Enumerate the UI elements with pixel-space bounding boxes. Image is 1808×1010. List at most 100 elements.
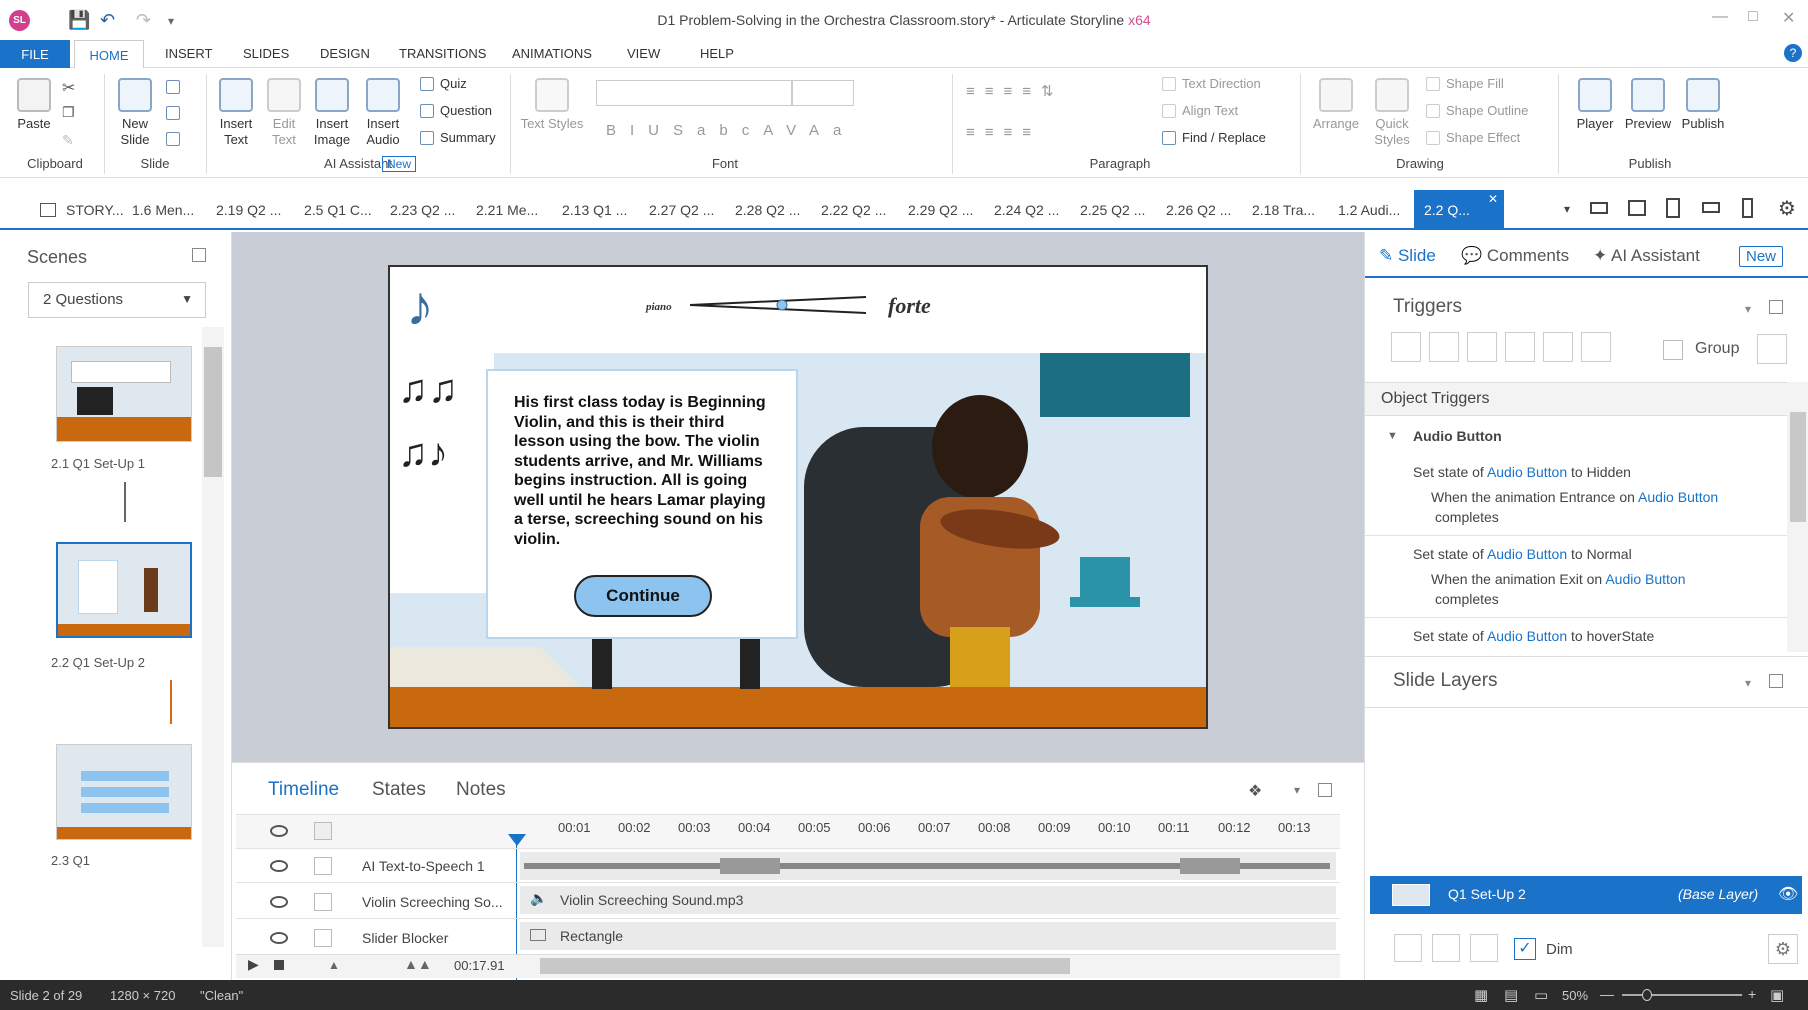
shape-outline-button[interactable]: Shape Outline bbox=[1426, 103, 1528, 118]
scrollbar-thumb[interactable] bbox=[204, 347, 222, 477]
copy-trigger-icon[interactable] bbox=[1467, 332, 1497, 362]
eye-icon[interactable] bbox=[270, 825, 288, 837]
gear-icon[interactable]: ⚙ bbox=[1778, 196, 1796, 221]
new-slide-button[interactable]: New Slide bbox=[112, 78, 158, 148]
tab-ai-assistant[interactable]: ✦ AI Assistant bbox=[1593, 246, 1700, 266]
arrange-button[interactable]: Arrange bbox=[1308, 78, 1364, 132]
fit-view-icon[interactable]: ▭ bbox=[1534, 986, 1548, 1004]
insert-image-button[interactable]: Insert Image bbox=[308, 78, 356, 148]
help-icon[interactable]: ? bbox=[1784, 44, 1802, 62]
text-direction-button[interactable]: Text Direction bbox=[1162, 76, 1261, 91]
copy-icon[interactable]: ❐ bbox=[62, 104, 75, 121]
list-buttons[interactable]: ≡≡≡≡⇅ bbox=[966, 82, 1064, 100]
dynamics-slider[interactable] bbox=[690, 295, 870, 315]
eye-icon[interactable] bbox=[270, 860, 288, 872]
summary-button[interactable]: Summary bbox=[420, 130, 496, 145]
zoom-in-icon[interactable]: ▲▲ bbox=[404, 956, 432, 972]
doc-tab[interactable]: 2.23 Q2 ... bbox=[390, 202, 455, 218]
triggers-scrollbar[interactable] bbox=[1787, 382, 1808, 652]
popout-icon[interactable] bbox=[1769, 674, 1783, 688]
scenes-scrollbar[interactable] bbox=[202, 327, 224, 947]
tab-view[interactable]: VIEW bbox=[627, 46, 660, 61]
variables-icon[interactable] bbox=[1757, 334, 1787, 364]
collapse-icon[interactable]: ▼ bbox=[1387, 430, 1398, 442]
group-checkbox[interactable] bbox=[1663, 340, 1683, 360]
timeline-options-icon[interactable]: ❖ bbox=[1248, 781, 1262, 801]
tab-timeline[interactable]: Timeline bbox=[268, 779, 339, 801]
doc-tab[interactable]: 2.28 Q2 ... bbox=[735, 202, 800, 218]
tab-help[interactable]: HELP bbox=[700, 46, 734, 61]
tab-design[interactable]: DESIGN bbox=[320, 46, 370, 61]
edit-trigger-icon[interactable] bbox=[1429, 332, 1459, 362]
doc-tab[interactable]: 2.13 Q1 ... bbox=[562, 202, 627, 218]
timeline-scrollbar[interactable] bbox=[540, 958, 1070, 974]
quick-styles-button[interactable]: Quick Styles bbox=[1366, 78, 1418, 148]
popout-icon[interactable] bbox=[192, 248, 206, 262]
timeline-bar[interactable]: Rectangle bbox=[520, 922, 1336, 950]
tabs-overflow-icon[interactable]: ▾ bbox=[1564, 202, 1570, 216]
zoom-out-icon[interactable]: — bbox=[1600, 986, 1614, 1002]
preview-button[interactable]: Preview bbox=[1620, 78, 1676, 132]
insert-audio-button[interactable]: Insert Audio bbox=[358, 78, 408, 148]
tab-animations[interactable]: ANIMATIONS bbox=[512, 46, 592, 61]
close-tab-icon[interactable]: ✕ bbox=[1488, 192, 1498, 206]
minimize-icon[interactable]: — bbox=[1712, 8, 1728, 26]
cut-icon[interactable]: ✂ bbox=[62, 78, 75, 98]
shape-effect-button[interactable]: Shape Effect bbox=[1426, 130, 1520, 145]
reorder-trigger-icon[interactable] bbox=[1581, 332, 1611, 362]
dim-checkbox[interactable]: ✓ bbox=[1514, 938, 1536, 960]
reading-view-icon[interactable]: ▤ bbox=[1504, 986, 1518, 1004]
trigger-item[interactable]: Set state of Audio Button to Hidden bbox=[1413, 464, 1631, 480]
close-icon[interactable]: ✕ bbox=[1782, 8, 1795, 28]
playhead[interactable] bbox=[508, 834, 526, 846]
reset-slide-icon[interactable] bbox=[166, 106, 180, 120]
tab-slide[interactable]: ✎ Slide bbox=[1379, 246, 1436, 266]
tab-transitions[interactable]: TRANSITIONS bbox=[399, 46, 486, 61]
doc-tab[interactable]: 2.26 Q2 ... bbox=[1166, 202, 1231, 218]
insert-text-button[interactable]: Insert Text bbox=[212, 78, 260, 148]
doc-tab[interactable]: 2.24 Q2 ... bbox=[994, 202, 1059, 218]
doc-tab[interactable]: 2.29 Q2 ... bbox=[908, 202, 973, 218]
format-painter-icon[interactable]: ✎ bbox=[62, 132, 74, 149]
font-family-select[interactable] bbox=[596, 80, 792, 106]
paste-trigger-icon[interactable] bbox=[1505, 332, 1535, 362]
tab-file[interactable]: FILE bbox=[0, 40, 70, 68]
question-button[interactable]: Question bbox=[420, 103, 492, 118]
zoom-slider-thumb[interactable] bbox=[1642, 989, 1652, 1001]
phone-portrait-icon[interactable] bbox=[1742, 198, 1753, 218]
base-layer-row[interactable]: Q1 Set-Up 2 (Base Layer) 👁 bbox=[1370, 876, 1802, 914]
slide-thumbnail[interactable] bbox=[56, 346, 192, 442]
maximize-icon[interactable]: □ bbox=[1748, 8, 1758, 26]
continue-button[interactable]: Continue bbox=[574, 575, 712, 617]
play-icon[interactable]: ▶ bbox=[248, 956, 259, 973]
doc-tab[interactable]: 1.6 Men... bbox=[132, 202, 194, 218]
phone-landscape-icon[interactable] bbox=[1702, 202, 1720, 213]
tab-comments[interactable]: 💬 Comments bbox=[1461, 246, 1569, 266]
align-text-button[interactable]: Align Text bbox=[1162, 103, 1238, 118]
tablet-landscape-icon[interactable] bbox=[1628, 200, 1646, 216]
gear-icon[interactable]: ⚙ bbox=[1768, 934, 1798, 964]
player-button[interactable]: Player bbox=[1568, 78, 1622, 132]
desktop-view-icon[interactable] bbox=[1590, 202, 1608, 214]
fit-window-icon[interactable]: ▣ bbox=[1770, 986, 1784, 1004]
chevron-down-icon[interactable]: ▾ bbox=[1294, 783, 1300, 797]
tab-home[interactable]: HOME bbox=[74, 40, 144, 69]
trigger-item[interactable]: Set state of Audio Button to Normal bbox=[1413, 546, 1632, 562]
zoom-out-icon[interactable]: ▲ bbox=[328, 958, 340, 972]
chevron-down-icon[interactable]: ▾ bbox=[1745, 676, 1751, 690]
lock-checkbox[interactable] bbox=[314, 893, 332, 911]
chevron-down-icon[interactable]: ▾ bbox=[1745, 302, 1751, 316]
eye-icon[interactable] bbox=[270, 932, 288, 944]
font-size-select[interactable] bbox=[792, 80, 854, 106]
new-layer-icon[interactable] bbox=[1394, 934, 1422, 962]
delete-layer-icon[interactable] bbox=[1470, 934, 1498, 962]
alignment-buttons[interactable]: ≡≡≡≡ bbox=[966, 124, 1041, 141]
text-styles-button[interactable]: Text Styles bbox=[518, 78, 586, 132]
lock-checkbox[interactable] bbox=[314, 929, 332, 947]
edit-text-button[interactable]: Edit Text bbox=[262, 78, 306, 148]
doc-tab[interactable]: 2.18 Tra... bbox=[1252, 202, 1315, 218]
trigger-item[interactable]: Set state of Audio Button to hoverState bbox=[1413, 628, 1654, 644]
doc-tab-active[interactable]: 2.2 Q... ✕ bbox=[1414, 190, 1504, 230]
normal-view-icon[interactable]: ▦ bbox=[1474, 986, 1488, 1004]
tab-insert[interactable]: INSERT bbox=[165, 46, 212, 61]
